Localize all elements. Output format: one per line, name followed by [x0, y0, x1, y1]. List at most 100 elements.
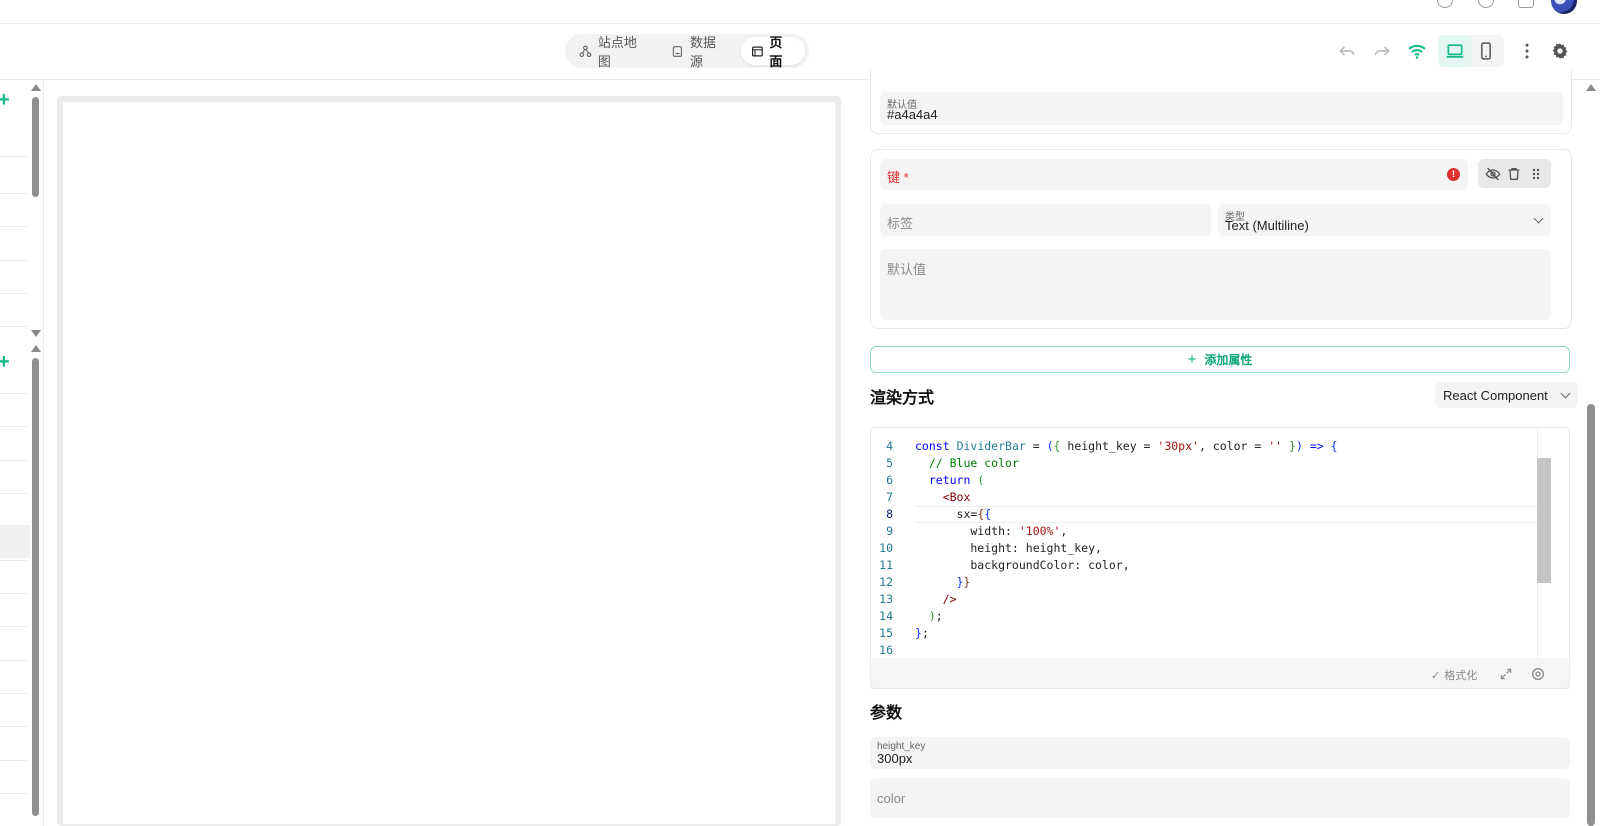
- page-canvas[interactable]: [63, 102, 835, 824]
- color-placeholder: color: [877, 791, 906, 806]
- height-key-value: 300px: [877, 751, 913, 766]
- gear-icon[interactable]: [1530, 666, 1546, 682]
- system-top-bar: [0, 0, 1600, 24]
- type-select[interactable]: 类型 Text (Multiline): [1218, 204, 1551, 236]
- default-value-text: #a4a4a4: [887, 107, 938, 122]
- add-property-label: 添加属性: [1204, 353, 1253, 367]
- add-property-button[interactable]: + 添加属性: [870, 346, 1570, 373]
- code-editor[interactable]: 4 const DividerBar = ({ height_key = '30p…: [870, 427, 1570, 689]
- default-value-placeholder: 默认值: [887, 262, 927, 277]
- scroll-up-icon[interactable]: [1586, 84, 1596, 91]
- undo-icon: [1339, 46, 1355, 56]
- list-divider: [0, 460, 30, 461]
- format-icon: ✓: [1431, 669, 1441, 682]
- code-line[interactable]: 9 width: '100%',: [871, 524, 1539, 541]
- tab-datasource[interactable]: 数据源: [661, 35, 738, 69]
- device-toggle: [1438, 35, 1504, 67]
- line-number: 4: [886, 439, 893, 453]
- code-line[interactable]: 5 // Blue color: [871, 456, 1539, 473]
- notification-icon[interactable]: [1437, 0, 1453, 8]
- default-value-field[interactable]: 默认值 #a4a4a4: [880, 92, 1563, 125]
- list-divider: [0, 226, 30, 227]
- redo-icon: [1374, 46, 1390, 56]
- list-divider: [0, 393, 30, 394]
- help-icon[interactable]: [1478, 0, 1494, 8]
- list-divider: [0, 626, 30, 627]
- list-divider: [0, 660, 30, 661]
- code-line[interactable]: 15};: [871, 626, 1539, 643]
- code-text: sx={{: [915, 507, 992, 521]
- expand-icon[interactable]: [1499, 667, 1513, 681]
- undo-button[interactable]: [1332, 36, 1362, 66]
- scroll-up-icon[interactable]: [31, 345, 41, 352]
- code-line[interactable]: 14 );: [871, 609, 1539, 626]
- code-line[interactable]: 7 <Box: [871, 490, 1539, 507]
- editor-scrollbar[interactable]: [1537, 458, 1551, 583]
- code-text: backgroundColor: color,: [915, 558, 1130, 572]
- label-placeholder: 标签: [887, 216, 914, 231]
- line-number: 14: [879, 609, 893, 623]
- code-text: }}: [956, 575, 971, 589]
- add-icon[interactable]: +: [0, 90, 10, 110]
- line-number: 9: [886, 524, 893, 538]
- connection-button[interactable]: [1402, 36, 1432, 66]
- key-placeholder: 键 *: [887, 170, 909, 185]
- code-text: );: [928, 609, 943, 623]
- mobile-view-button[interactable]: [1476, 41, 1500, 61]
- tab-sitemap[interactable]: 站点地图: [569, 35, 659, 69]
- line-number: 10: [879, 541, 893, 555]
- label-input[interactable]: 标签: [880, 204, 1211, 236]
- tab-page[interactable]: 页面: [740, 35, 805, 69]
- code-line[interactable]: 13 />: [871, 592, 1539, 609]
- redo-button[interactable]: [1367, 36, 1397, 66]
- page-scrollbar[interactable]: [1587, 404, 1595, 826]
- apps-icon[interactable]: [1518, 0, 1534, 8]
- format-label: 格式化: [1444, 670, 1478, 682]
- more-button[interactable]: [1512, 36, 1542, 66]
- database-icon: [673, 45, 683, 57]
- code-line[interactable]: 6 return (: [871, 473, 1539, 490]
- list-divider: [0, 193, 30, 194]
- line-number: 13: [879, 592, 893, 606]
- default-value-textarea[interactable]: 默认值: [880, 249, 1551, 320]
- sitemap-icon: [579, 45, 592, 57]
- line-number: 16: [879, 643, 893, 657]
- color-field[interactable]: color: [870, 778, 1570, 818]
- avatar[interactable]: [1551, 0, 1577, 14]
- code-line[interactable]: 4 const DividerBar = ({ height_key = '30p…: [871, 439, 1539, 456]
- page-icon: [751, 45, 763, 57]
- code-line[interactable]: 8 sx={{: [871, 507, 1539, 524]
- code-text: const DividerBar = ({ height_key = '30px…: [915, 439, 1338, 453]
- list-divider: [0, 493, 30, 494]
- drag-handle-icon[interactable]: [1528, 166, 1544, 182]
- line-number: 11: [879, 558, 893, 572]
- left-panel: + +: [0, 80, 44, 826]
- trash-icon[interactable]: [1506, 166, 1522, 182]
- scroll-down-icon[interactable]: [31, 330, 41, 337]
- key-input[interactable]: 键 * !: [880, 159, 1468, 190]
- phone-icon: [1481, 42, 1491, 60]
- add-icon[interactable]: +: [0, 352, 10, 372]
- line-number: 8: [886, 507, 893, 521]
- list-divider: [0, 693, 30, 694]
- code-line[interactable]: 12 }}: [871, 575, 1539, 592]
- render-mode-select[interactable]: React Component: [1435, 382, 1578, 408]
- scrollbar[interactable]: [32, 97, 39, 197]
- list-divider: [0, 760, 30, 761]
- render-mode-title: 渲染方式: [870, 390, 935, 407]
- scrollbar[interactable]: [32, 358, 39, 816]
- settings-button[interactable]: [1545, 36, 1575, 66]
- property-card: 键 * ! 标签 类型 Text (Multiline) 默认值: [870, 149, 1572, 329]
- code-line[interactable]: 10 height: height_key,: [871, 541, 1539, 558]
- format-button[interactable]: ✓ 格式化: [1431, 667, 1477, 683]
- code-line[interactable]: 11 backgroundColor: color,: [871, 558, 1539, 575]
- editor-toolbar: ✓ 格式化: [871, 658, 1569, 688]
- eye-off-icon[interactable]: [1485, 166, 1501, 182]
- line-number: 7: [886, 490, 893, 504]
- desktop-view-button[interactable]: [1438, 35, 1472, 67]
- view-switcher: 站点地图 数据源 页面: [565, 34, 809, 69]
- list-item-selected[interactable]: [0, 525, 30, 558]
- code-text: height: height_key,: [915, 541, 1102, 555]
- height-key-field[interactable]: height_key 300px: [870, 737, 1570, 769]
- scroll-up-icon[interactable]: [31, 84, 41, 91]
